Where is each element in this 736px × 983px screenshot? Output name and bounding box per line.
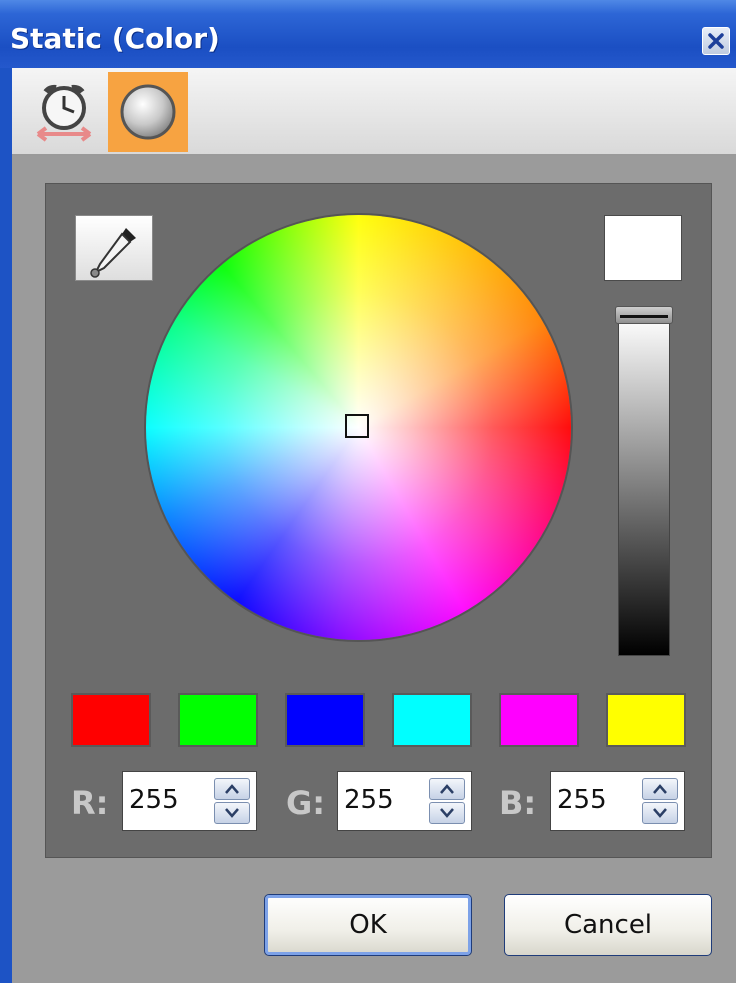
chevron-down-icon <box>440 808 454 818</box>
color-preview <box>604 215 682 281</box>
window-title: Static (Color) <box>10 22 220 55</box>
close-button[interactable] <box>702 27 730 55</box>
chevron-down-icon <box>653 808 667 818</box>
red-label: R: <box>71 784 109 822</box>
color-picker-panel: R: G: <box>45 183 712 858</box>
swatch-yellow[interactable] <box>606 693 686 747</box>
blue-field[interactable] <box>550 771 685 831</box>
blue-label: B: <box>499 784 537 822</box>
red-input[interactable] <box>129 780 209 820</box>
eyedropper-icon <box>90 228 136 278</box>
green-spinner <box>429 778 465 824</box>
red-field[interactable] <box>122 771 257 831</box>
blue-spinner <box>642 778 678 824</box>
red-spinner <box>214 778 250 824</box>
lightness-slider-handle[interactable] <box>615 306 673 324</box>
swatch-blue[interactable] <box>285 693 365 747</box>
close-icon <box>708 33 724 49</box>
red-spin-down-button[interactable] <box>214 802 250 824</box>
color-tool-button[interactable] <box>108 72 188 152</box>
blue-input[interactable] <box>557 780 637 820</box>
swatch-magenta[interactable] <box>499 693 579 747</box>
green-spin-down-button[interactable] <box>429 802 465 824</box>
green-spin-up-button[interactable] <box>429 778 465 800</box>
ok-button[interactable]: OK <box>264 894 472 956</box>
blue-spin-up-button[interactable] <box>642 778 678 800</box>
red-spin-up-button[interactable] <box>214 778 250 800</box>
dialog-client-area: R: G: <box>12 156 736 983</box>
cancel-button[interactable]: Cancel <box>504 894 712 956</box>
chevron-up-icon <box>225 784 239 794</box>
swatch-green[interactable] <box>178 693 258 747</box>
green-label: G: <box>286 784 326 822</box>
green-input[interactable] <box>344 780 424 820</box>
color-wheel-cursor[interactable] <box>345 414 369 438</box>
swatch-red[interactable] <box>71 693 151 747</box>
toolbar <box>12 68 736 156</box>
lightness-slider[interactable] <box>618 315 670 656</box>
gray-sphere-icon <box>120 84 176 140</box>
swatch-cyan[interactable] <box>392 693 472 747</box>
title-bar[interactable]: Static (Color) <box>0 0 736 68</box>
eyedropper-button[interactable] <box>75 215 153 281</box>
alarm-clock-resize-icon <box>36 84 92 142</box>
color-dialog-window: Static (Color) R: 255 G: 255 B: 255 OK C… <box>0 0 736 983</box>
color-wheel[interactable] <box>146 215 571 640</box>
chevron-up-icon <box>440 784 454 794</box>
blue-spin-down-button[interactable] <box>642 802 678 824</box>
green-field[interactable] <box>337 771 472 831</box>
chevron-up-icon <box>653 784 667 794</box>
chevron-down-icon <box>225 808 239 818</box>
alarm-clock-tool-button[interactable] <box>24 72 104 152</box>
